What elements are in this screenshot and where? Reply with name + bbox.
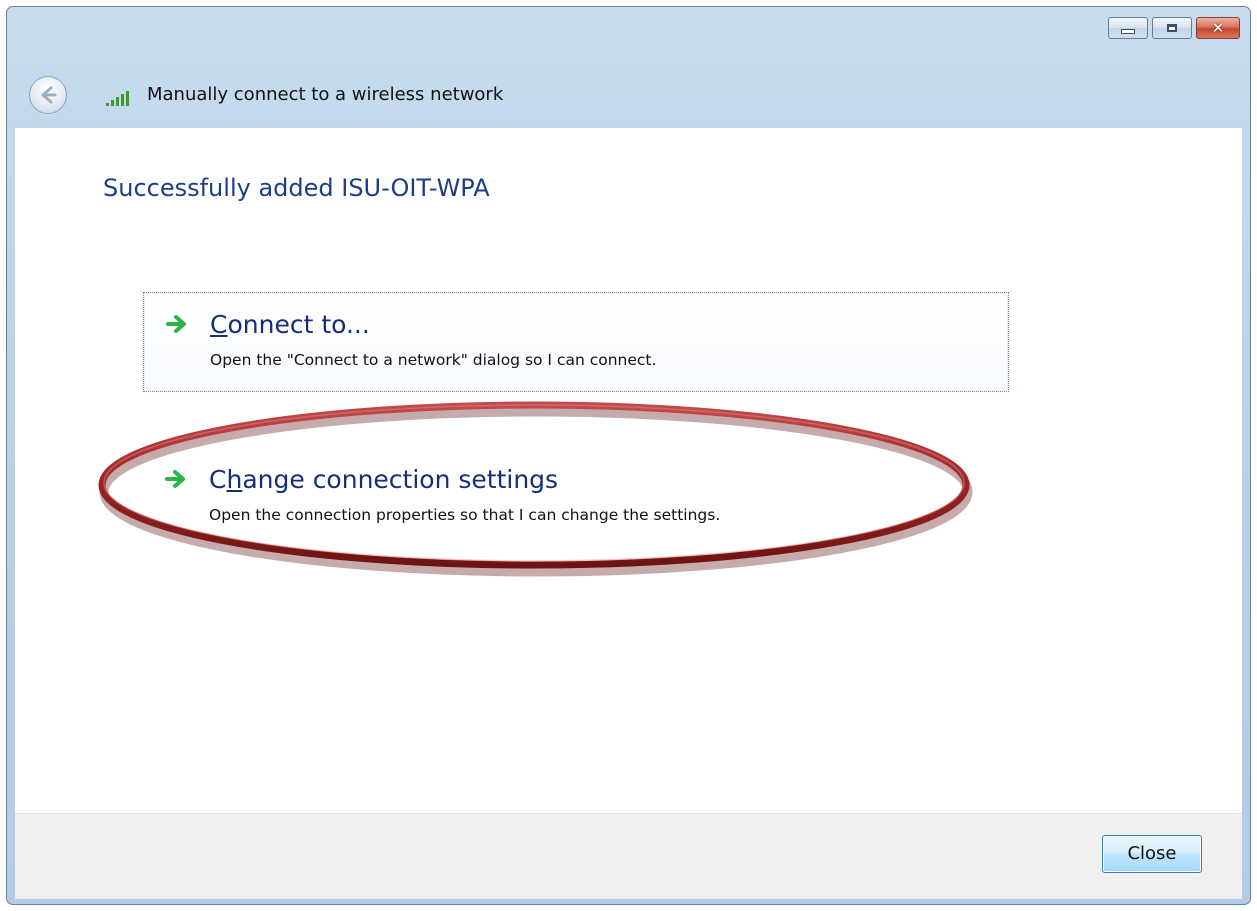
window-title: Manually connect to a wireless network	[147, 84, 504, 105]
button-bar: Close	[15, 813, 1242, 899]
connect-to-label-rest: onnect to...	[227, 310, 370, 339]
change-label-first: C	[209, 465, 227, 494]
change-connection-settings-option[interactable]: Change connection settings Open the conn…	[143, 448, 1009, 548]
change-connection-settings-label: Change connection settings	[209, 465, 558, 494]
change-connection-settings-description: Open the connection properties so that I…	[209, 506, 721, 524]
green-arrow-icon	[165, 470, 185, 488]
minimize-icon	[1121, 28, 1135, 34]
back-arrow-icon	[41, 86, 57, 104]
change-label-rest: ange connection settings	[242, 465, 559, 494]
content-area: Successfully added ISU-OIT-WPA Connect t…	[15, 127, 1242, 814]
window-controls: ✕	[1108, 17, 1240, 39]
connect-to-label: Connect to...	[210, 310, 370, 339]
close-window-button[interactable]: ✕	[1196, 17, 1240, 39]
back-button[interactable]	[29, 76, 67, 114]
close-button[interactable]: Close	[1102, 835, 1202, 873]
connect-to-access-key: C	[210, 310, 228, 339]
green-arrow-icon	[166, 315, 186, 333]
maximize-button[interactable]	[1152, 17, 1192, 39]
maximize-icon	[1167, 24, 1177, 32]
page-heading: Successfully added ISU-OIT-WPA	[103, 174, 490, 202]
wireless-signal-icon	[106, 91, 129, 106]
close-icon: ✕	[1211, 18, 1225, 37]
change-connection-settings-access-key: h	[226, 465, 243, 494]
connect-to-description: Open the "Connect to a network" dialog s…	[210, 351, 657, 369]
title-bar: ✕ Manually connect to a wireless network	[7, 7, 1250, 127]
wizard-window: ✕ Manually connect to a wireless network…	[6, 6, 1251, 905]
connect-to-option[interactable]: Connect to... Open the "Connect to a net…	[143, 292, 1009, 392]
minimize-button[interactable]	[1108, 17, 1148, 39]
